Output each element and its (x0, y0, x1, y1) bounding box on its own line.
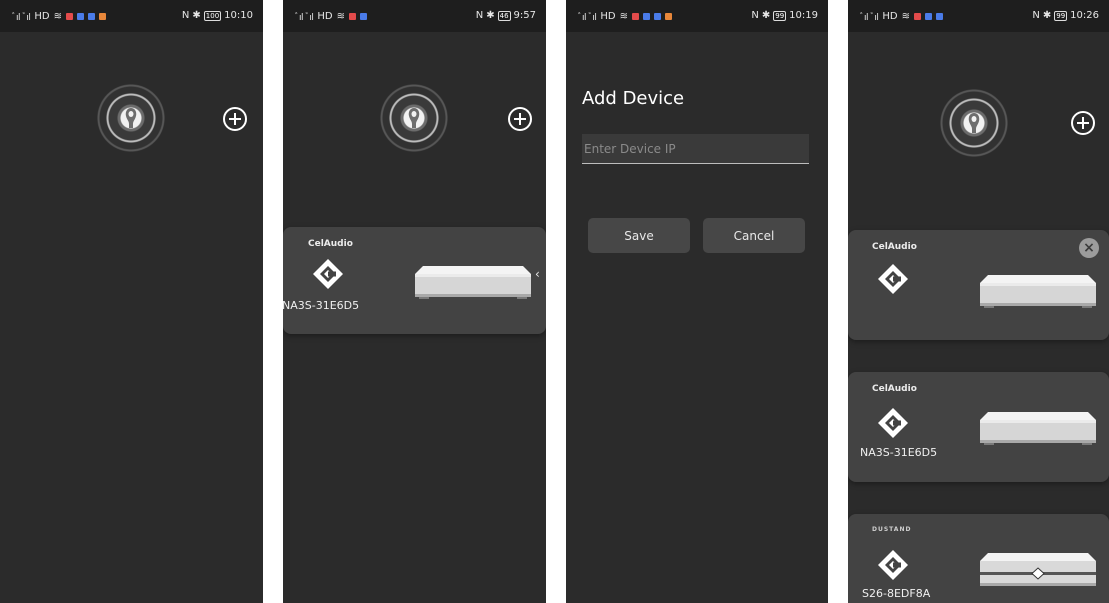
device-name: S26-8EDF8A (862, 587, 931, 600)
app-notification-icon (936, 13, 943, 20)
app-notification-icon (632, 13, 639, 20)
locator-icon[interactable] (374, 78, 454, 158)
add-device-button[interactable] (1070, 110, 1096, 136)
signal-icon: ﾞıl ﾞıl (578, 13, 597, 23)
brand-logo-icon (876, 262, 910, 296)
app-notification-icon (99, 13, 106, 20)
device-card[interactable]: CelAudio NA3S-31E6D5 (848, 372, 1109, 482)
device-brand: CelAudio (872, 384, 917, 394)
device-card[interactable]: CelAudio × (848, 230, 1109, 340)
battery-indicator: 100 (203, 10, 222, 21)
app-notification-icon (665, 13, 672, 20)
device-name: NA3S-31E6D5 (283, 299, 360, 312)
nfc-icon: N (751, 10, 759, 21)
signal-icon: ﾞıl ﾞıl (12, 13, 31, 23)
network-label: HD (882, 11, 898, 22)
device-ip-input[interactable] (582, 134, 809, 164)
device-image (978, 548, 1098, 590)
bluetooth-icon: ✱ (192, 10, 201, 21)
clock: 10:26 (1070, 10, 1099, 21)
screen-empty: ﾞıl ﾞıl HD ≋ N ✱ 100 10:10 (0, 0, 263, 603)
app-notification-icon (66, 13, 73, 20)
app-notification-icon (925, 13, 932, 20)
network-label: HD (317, 11, 333, 22)
wifi-icon: ≋ (336, 11, 345, 22)
cancel-button[interactable]: Cancel (703, 218, 805, 253)
network-label: HD (600, 11, 616, 22)
status-bar: ﾞıl ﾞıl HD ≋ N ✱ 100 10:10 (0, 0, 263, 32)
device-name: NA3S-31E6D5 (860, 446, 938, 459)
wifi-icon: ≋ (53, 11, 62, 22)
bluetooth-icon: ✱ (1042, 10, 1052, 21)
chevron-left-icon[interactable]: ‹ (535, 267, 540, 281)
clock: 10:19 (789, 10, 818, 21)
device-card[interactable]: CelAudio NA3S-31E6D5 ‹ (283, 227, 546, 334)
battery-indicator: 99 (773, 10, 787, 21)
app-notification-icon (654, 13, 661, 20)
app-notification-icon (643, 13, 650, 20)
brand-logo-icon (876, 548, 910, 582)
app-notification-icon (77, 13, 84, 20)
nfc-icon: N (475, 10, 484, 21)
locator-glyph-icon (407, 107, 421, 129)
add-device-button[interactable] (222, 106, 248, 132)
close-icon[interactable]: × (1079, 238, 1099, 258)
status-bar: ﾞıl ﾞıl HD ≋ N ✱ 99 10:19 (566, 0, 828, 32)
clock: 10:10 (224, 10, 253, 21)
nfc-icon: N (181, 10, 190, 21)
locator-icon[interactable] (934, 83, 1014, 163)
signal-icon: ﾞıl ﾞıl (860, 13, 879, 23)
app-notification-icon (360, 13, 367, 20)
screen-device-list: ﾞıl ﾞıl HD ≋ N ✱ 99 10:26 CelAudio × Cel… (848, 0, 1109, 603)
screen-add-device: ﾞıl ﾞıl HD ≋ N ✱ 99 10:19 Add Device Sav… (566, 0, 828, 603)
locator-icon[interactable] (91, 78, 171, 158)
screen-single-device: ﾞıl ﾞıl HD ≋ N ✱ 46 9:57 CelAudio NA3S-3… (283, 0, 546, 603)
wifi-icon: ≋ (619, 11, 628, 22)
device-brand: CelAudio (308, 239, 353, 249)
device-image (978, 405, 1098, 447)
device-image (413, 259, 533, 301)
device-card[interactable]: DUSTAND S26-8EDF8A (848, 514, 1109, 603)
device-brand: DUSTAND (872, 526, 912, 533)
status-bar: ﾞıl ﾞıl HD ≋ N ✱ 99 10:26 (848, 0, 1109, 32)
wifi-icon: ≋ (901, 11, 910, 22)
save-button[interactable]: Save (588, 218, 690, 253)
network-label: HD (34, 11, 50, 22)
app-notification-icon (88, 13, 95, 20)
add-device-button[interactable] (507, 106, 533, 132)
status-bar: ﾞıl ﾞıl HD ≋ N ✱ 46 9:57 (283, 0, 546, 32)
clock: 9:57 (513, 10, 536, 21)
locator-glyph-icon (124, 107, 138, 129)
device-image (978, 268, 1098, 310)
brand-logo-icon (311, 257, 345, 291)
device-brand: CelAudio (872, 242, 917, 252)
locator-glyph-icon (967, 112, 981, 134)
app-notification-icon (349, 13, 356, 20)
battery-indicator: 46 (497, 10, 511, 21)
app-notification-icon (914, 13, 921, 20)
signal-icon: ﾞıl ﾞıl (295, 13, 314, 23)
battery-indicator: 99 (1054, 10, 1068, 21)
bluetooth-icon: ✱ (761, 10, 771, 21)
brand-logo-icon (876, 406, 910, 440)
nfc-icon: N (1032, 10, 1040, 21)
dialog-title: Add Device (582, 88, 685, 109)
bluetooth-icon: ✱ (486, 10, 495, 21)
